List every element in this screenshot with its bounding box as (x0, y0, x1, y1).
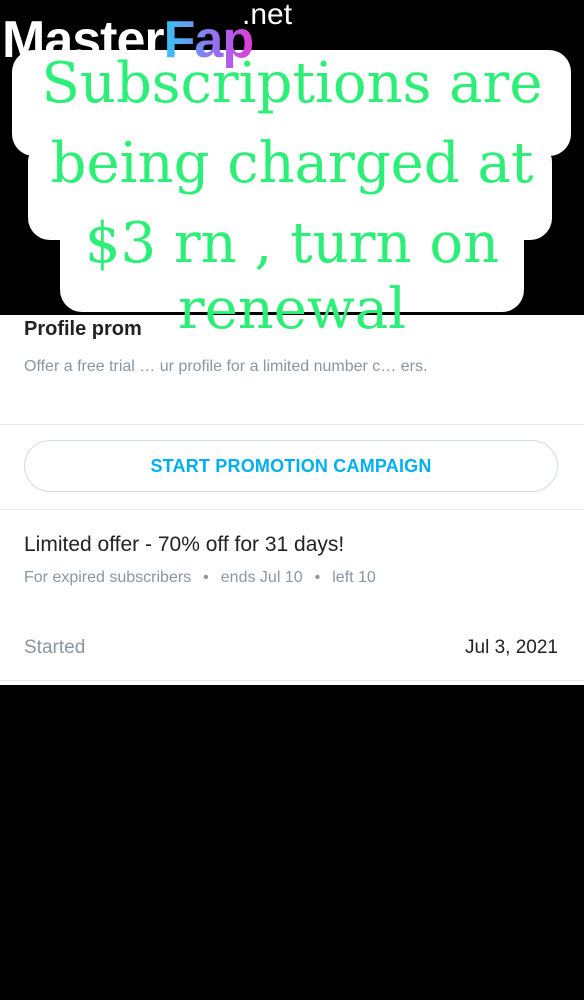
separator-dot: • (314, 569, 321, 586)
watermark-logo: .net MasterFap (2, 0, 312, 80)
watermark-name-part2: Fap (163, 11, 254, 69)
caption-line-4: renewal (177, 277, 407, 342)
divider (0, 680, 584, 681)
overlay-caption: Subscriptions are being charged at $3 rn… (0, 44, 584, 364)
caption-line-2: being charged at (50, 131, 534, 196)
separator-dot: • (203, 569, 209, 586)
divider (0, 424, 584, 425)
offer-meta: For expired subscribers • ends Jul 10 • left… (24, 569, 376, 587)
start-promotion-campaign-button[interactable]: START PROMOTION CAMPAIGN (24, 440, 558, 492)
started-label: Started (24, 637, 86, 658)
offer-ends: ends Jul 10 (220, 569, 303, 586)
divider (0, 509, 584, 510)
watermark-name-part1: Master (2, 11, 165, 69)
started-date: Jul 3, 2021 (465, 637, 558, 658)
offer-audience: For expired subscribers (24, 569, 192, 586)
offer-left: left 10 (332, 569, 376, 586)
offer-title: Limited offer - 70% off for 31 days! (24, 533, 345, 556)
watermark-name: MasterFap (2, 10, 254, 70)
